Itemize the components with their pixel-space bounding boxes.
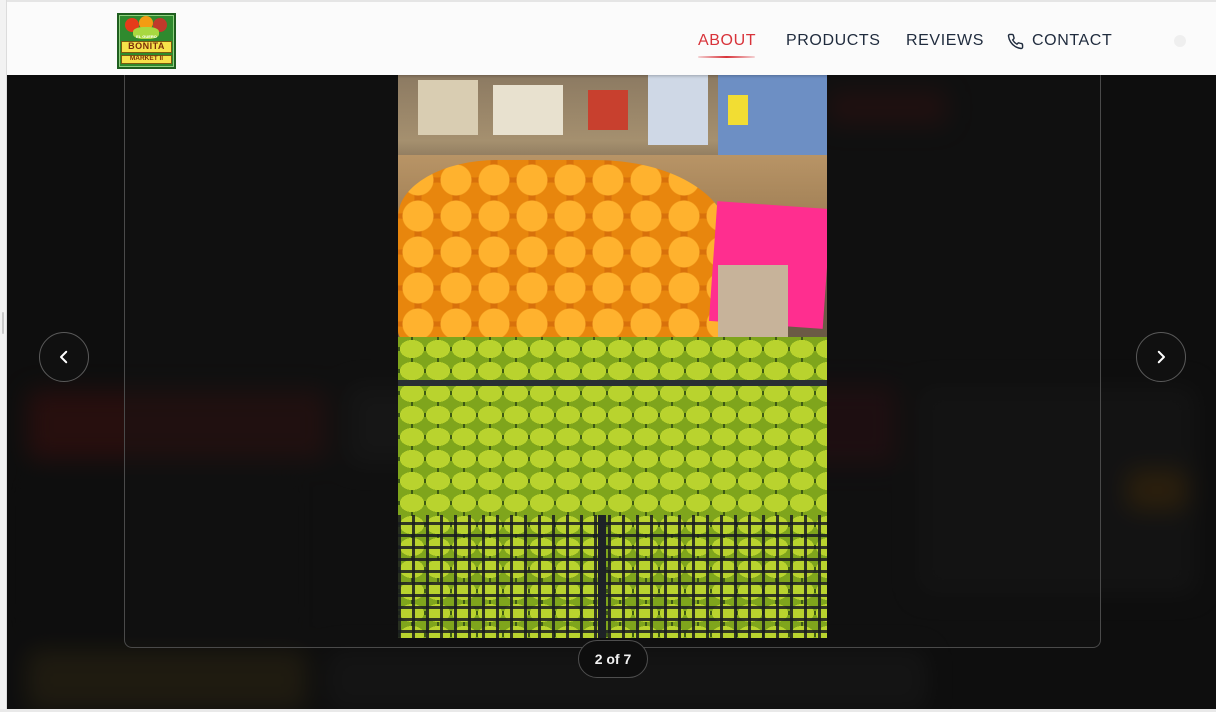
logo-name: BONITA <box>121 41 172 53</box>
image-counter: 2 of 7 <box>578 640 648 678</box>
header-menu-dot <box>1174 35 1186 47</box>
logo-tagline: EL GUERO <box>136 34 157 39</box>
nav-about[interactable]: ABOUT <box>698 31 756 51</box>
produce-display-photo <box>398 75 827 638</box>
page: EL GUERO BONITA MARKET II ABOUT PRODUCTS… <box>7 0 1216 709</box>
nav-active-underline <box>698 56 755 58</box>
chevron-right-icon <box>1157 350 1165 364</box>
nav-products[interactable]: PRODUCTS <box>786 31 881 51</box>
phone-icon <box>1007 33 1024 50</box>
nav-contact[interactable]: CONTACT <box>1032 31 1112 51</box>
resize-grip[interactable] <box>2 312 4 334</box>
previous-image-button[interactable] <box>39 332 89 382</box>
logo-subname: MARKET II <box>121 55 172 64</box>
left-edge-strip <box>0 0 7 712</box>
site-header: EL GUERO BONITA MARKET II ABOUT PRODUCTS… <box>7 0 1216 75</box>
chevron-left-icon <box>60 350 68 364</box>
nav-reviews[interactable]: REVIEWS <box>906 31 984 51</box>
next-image-button[interactable] <box>1136 332 1186 382</box>
bonita-market-logo[interactable]: EL GUERO BONITA MARKET II <box>117 13 176 69</box>
